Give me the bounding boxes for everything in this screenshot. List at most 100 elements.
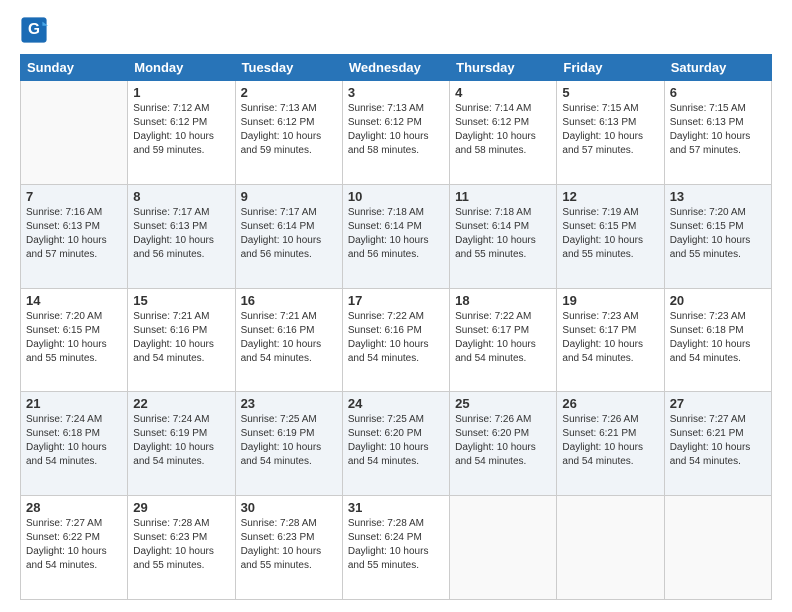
day-info: Sunrise: 7:22 AM Sunset: 6:17 PM Dayligh…	[455, 310, 551, 366]
day-number: 26	[562, 396, 658, 411]
day-number: 20	[670, 293, 766, 308]
calendar-cell: 12 Sunrise: 7:19 AM Sunset: 6:15 PM Dayli…	[557, 184, 664, 288]
page: G SundayMondayTuesdayWednesdayThursdayFr…	[0, 0, 792, 612]
day-info: Sunrise: 7:28 AM Sunset: 6:23 PM Dayligh…	[133, 517, 229, 573]
day-number: 19	[562, 293, 658, 308]
day-info: Sunrise: 7:14 AM Sunset: 6:12 PM Dayligh…	[455, 102, 551, 158]
day-info: Sunrise: 7:22 AM Sunset: 6:16 PM Dayligh…	[348, 310, 444, 366]
calendar-cell	[664, 496, 771, 600]
calendar-cell: 6 Sunrise: 7:15 AM Sunset: 6:13 PM Daylig…	[664, 81, 771, 185]
day-number: 23	[241, 396, 337, 411]
day-info: Sunrise: 7:13 AM Sunset: 6:12 PM Dayligh…	[348, 102, 444, 158]
calendar-cell: 13Sunrise: 7:20 AM Sunset: 6:15 PM Dayli…	[664, 184, 771, 288]
day-number: 31	[348, 500, 444, 515]
day-number: 16	[241, 293, 337, 308]
day-number: 9	[241, 189, 337, 204]
calendar-cell: 28 Sunrise: 7:27 AM Sunset: 6:22 PM Dayli…	[21, 496, 128, 600]
day-info: Sunrise: 7:24 AM Sunset: 6:18 PM Dayligh…	[26, 413, 122, 469]
day-number: 22	[133, 396, 229, 411]
week-row-2: 7 Sunrise: 7:16 AM Sunset: 6:13 PM Daylig…	[21, 184, 772, 288]
day-info: Sunrise: 7:13 AM Sunset: 6:12 PM Dayligh…	[241, 102, 337, 158]
day-number: 1	[133, 85, 229, 100]
day-number: 3	[348, 85, 444, 100]
svg-text:G: G	[28, 21, 40, 38]
calendar-cell: 5 Sunrise: 7:15 AM Sunset: 6:13 PM Daylig…	[557, 81, 664, 185]
day-info: Sunrise: 7:15 AM Sunset: 6:13 PM Dayligh…	[562, 102, 658, 158]
calendar-cell: 20Sunrise: 7:23 AM Sunset: 6:18 PM Dayli…	[664, 288, 771, 392]
day-header-sunday: Sunday	[21, 55, 128, 81]
calendar-cell: 11Sunrise: 7:18 AM Sunset: 6:14 PM Dayli…	[450, 184, 557, 288]
day-info: Sunrise: 7:27 AM Sunset: 6:22 PM Dayligh…	[26, 517, 122, 573]
calendar-cell: 1 Sunrise: 7:12 AM Sunset: 6:12 PM Daylig…	[128, 81, 235, 185]
day-info: Sunrise: 7:25 AM Sunset: 6:20 PM Dayligh…	[348, 413, 444, 469]
calendar-cell: 9 Sunrise: 7:17 AM Sunset: 6:14 PM Daylig…	[235, 184, 342, 288]
calendar-cell: 29Sunrise: 7:28 AM Sunset: 6:23 PM Dayli…	[128, 496, 235, 600]
day-number: 10	[348, 189, 444, 204]
day-number: 6	[670, 85, 766, 100]
day-info: Sunrise: 7:18 AM Sunset: 6:14 PM Dayligh…	[348, 206, 444, 262]
day-number: 21	[26, 396, 122, 411]
day-header-thursday: Thursday	[450, 55, 557, 81]
day-info: Sunrise: 7:23 AM Sunset: 6:17 PM Dayligh…	[562, 310, 658, 366]
day-info: Sunrise: 7:16 AM Sunset: 6:13 PM Dayligh…	[26, 206, 122, 262]
day-info: Sunrise: 7:15 AM Sunset: 6:13 PM Dayligh…	[670, 102, 766, 158]
day-number: 12	[562, 189, 658, 204]
day-number: 5	[562, 85, 658, 100]
day-number: 25	[455, 396, 551, 411]
calendar-cell: 4 Sunrise: 7:14 AM Sunset: 6:12 PM Daylig…	[450, 81, 557, 185]
week-row-4: 21 Sunrise: 7:24 AM Sunset: 6:18 PM Dayli…	[21, 392, 772, 496]
day-header-wednesday: Wednesday	[342, 55, 449, 81]
calendar-cell: 27Sunrise: 7:27 AM Sunset: 6:21 PM Dayli…	[664, 392, 771, 496]
day-info: Sunrise: 7:28 AM Sunset: 6:23 PM Dayligh…	[241, 517, 337, 573]
day-number: 11	[455, 189, 551, 204]
calendar-cell: 17 Sunrise: 7:22 AM Sunset: 6:16 PM Dayli…	[342, 288, 449, 392]
calendar-cell	[21, 81, 128, 185]
day-info: Sunrise: 7:25 AM Sunset: 6:19 PM Dayligh…	[241, 413, 337, 469]
day-info: Sunrise: 7:17 AM Sunset: 6:14 PM Dayligh…	[241, 206, 337, 262]
day-info: Sunrise: 7:21 AM Sunset: 6:16 PM Dayligh…	[241, 310, 337, 366]
day-number: 28	[26, 500, 122, 515]
day-info: Sunrise: 7:26 AM Sunset: 6:21 PM Dayligh…	[562, 413, 658, 469]
calendar-cell: 15Sunrise: 7:21 AM Sunset: 6:16 PM Dayli…	[128, 288, 235, 392]
day-number: 2	[241, 85, 337, 100]
calendar-cell: 31Sunrise: 7:28 AM Sunset: 6:24 PM Dayli…	[342, 496, 449, 600]
logo-icon: G	[20, 16, 48, 44]
day-number: 18	[455, 293, 551, 308]
calendar-cell: 8 Sunrise: 7:17 AM Sunset: 6:13 PM Daylig…	[128, 184, 235, 288]
day-number: 13	[670, 189, 766, 204]
header-row: SundayMondayTuesdayWednesdayThursdayFrid…	[21, 55, 772, 81]
week-row-1: 1 Sunrise: 7:12 AM Sunset: 6:12 PM Daylig…	[21, 81, 772, 185]
day-number: 14	[26, 293, 122, 308]
calendar-cell: 2 Sunrise: 7:13 AM Sunset: 6:12 PM Daylig…	[235, 81, 342, 185]
calendar-cell: 25 Sunrise: 7:26 AM Sunset: 6:20 PM Dayli…	[450, 392, 557, 496]
week-row-3: 14 Sunrise: 7:20 AM Sunset: 6:15 PM Dayli…	[21, 288, 772, 392]
calendar-cell: 19 Sunrise: 7:23 AM Sunset: 6:17 PM Dayli…	[557, 288, 664, 392]
day-number: 24	[348, 396, 444, 411]
day-info: Sunrise: 7:19 AM Sunset: 6:15 PM Dayligh…	[562, 206, 658, 262]
day-info: Sunrise: 7:21 AM Sunset: 6:16 PM Dayligh…	[133, 310, 229, 366]
calendar-cell	[557, 496, 664, 600]
day-header-saturday: Saturday	[664, 55, 771, 81]
calendar-cell: 23 Sunrise: 7:25 AM Sunset: 6:19 PM Dayli…	[235, 392, 342, 496]
day-number: 4	[455, 85, 551, 100]
calendar-cell: 16 Sunrise: 7:21 AM Sunset: 6:16 PM Dayli…	[235, 288, 342, 392]
day-number: 17	[348, 293, 444, 308]
day-header-monday: Monday	[128, 55, 235, 81]
day-info: Sunrise: 7:17 AM Sunset: 6:13 PM Dayligh…	[133, 206, 229, 262]
day-info: Sunrise: 7:20 AM Sunset: 6:15 PM Dayligh…	[26, 310, 122, 366]
day-info: Sunrise: 7:12 AM Sunset: 6:12 PM Dayligh…	[133, 102, 229, 158]
calendar-cell: 18 Sunrise: 7:22 AM Sunset: 6:17 PM Dayli…	[450, 288, 557, 392]
day-header-friday: Friday	[557, 55, 664, 81]
week-row-5: 28 Sunrise: 7:27 AM Sunset: 6:22 PM Dayli…	[21, 496, 772, 600]
calendar-cell: 22 Sunrise: 7:24 AM Sunset: 6:19 PM Dayli…	[128, 392, 235, 496]
calendar-cell	[450, 496, 557, 600]
calendar-cell: 30 Sunrise: 7:28 AM Sunset: 6:23 PM Dayli…	[235, 496, 342, 600]
day-number: 7	[26, 189, 122, 204]
calendar-cell: 3 Sunrise: 7:13 AM Sunset: 6:12 PM Daylig…	[342, 81, 449, 185]
day-number: 8	[133, 189, 229, 204]
day-info: Sunrise: 7:26 AM Sunset: 6:20 PM Dayligh…	[455, 413, 551, 469]
calendar-cell: 7 Sunrise: 7:16 AM Sunset: 6:13 PM Daylig…	[21, 184, 128, 288]
day-info: Sunrise: 7:24 AM Sunset: 6:19 PM Dayligh…	[133, 413, 229, 469]
calendar-cell: 26 Sunrise: 7:26 AM Sunset: 6:21 PM Dayli…	[557, 392, 664, 496]
day-number: 30	[241, 500, 337, 515]
